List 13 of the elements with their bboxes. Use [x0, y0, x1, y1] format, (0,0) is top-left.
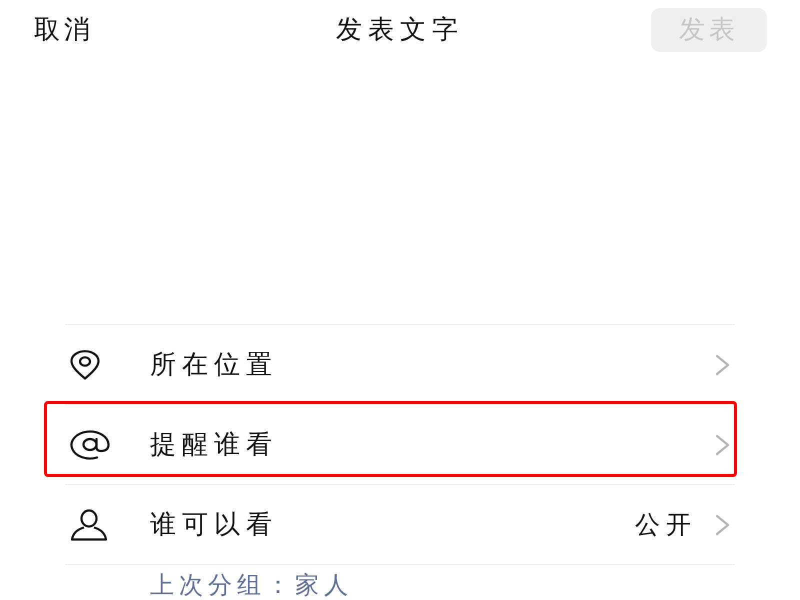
- location-pin-icon: [69, 350, 101, 380]
- chevron-right-icon: [715, 434, 730, 456]
- setting-value: 公开: [635, 512, 697, 537]
- last-group-note[interactable]: 上次分组：家人: [150, 571, 353, 599]
- person-icon: [69, 508, 109, 540]
- at-sign-icon: [69, 430, 111, 460]
- setting-label[interactable]: 所在位置: [150, 352, 278, 378]
- setting-label[interactable]: 提醒谁看: [150, 432, 278, 458]
- chevron-right-icon: [715, 354, 730, 376]
- setting-label[interactable]: 谁可以看: [150, 512, 278, 538]
- cancel-button[interactable]: 取消: [34, 17, 94, 43]
- page-title: 发表文字: [336, 17, 464, 43]
- chevron-right-icon: [715, 514, 730, 536]
